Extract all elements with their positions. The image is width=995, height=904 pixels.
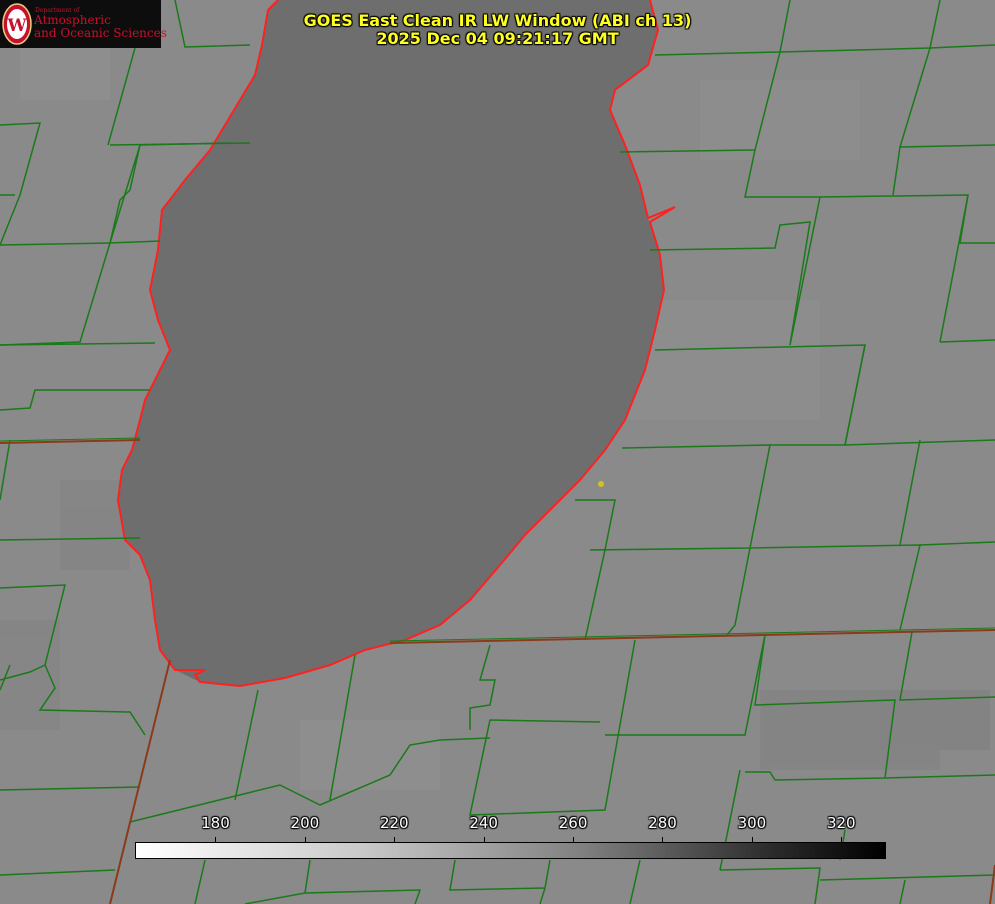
colorbar-tick-mark [662,837,664,842]
colorbar-tick-label: 180 [201,814,230,832]
colorbar-tick-mark [751,837,753,842]
colorbar-tick-label: 220 [379,814,409,832]
satellite-image-viewer: W Department of Atmospheric and Oceanic … [0,0,995,904]
colorbar-tick-label: 300 [737,814,767,832]
image-title: GOES East Clean IR LW Window (ABI ch 13) [303,11,692,30]
colorbar-tick-mark [483,837,485,842]
satellite-map [0,0,995,904]
colorbar-tick-label: 200 [290,814,320,832]
university-logo: W Department of Atmospheric and Oceanic … [0,0,167,48]
colorbar-tick-mark [304,837,306,842]
colorbar-tick-mark [573,837,575,842]
seal-letter: W [6,16,27,36]
colorbar-tick-mark [841,837,843,842]
colorbar-tick-label: 260 [558,814,588,832]
colorbar-tick-label: 320 [826,814,856,832]
colorbar-tick-mark [394,837,396,842]
university-seal-icon: W [2,3,32,45]
colorbar-gradient [135,842,886,859]
colorbar-tick-label: 240 [469,814,498,832]
city-marker [598,481,604,487]
colorbar-tick-label: 280 [648,814,677,832]
logo-line-2: and Oceanic Sciences [34,26,167,40]
colorbar-tick-mark [215,837,217,842]
image-timestamp: 2025 Dec 04 09:21:17 GMT [376,29,619,48]
